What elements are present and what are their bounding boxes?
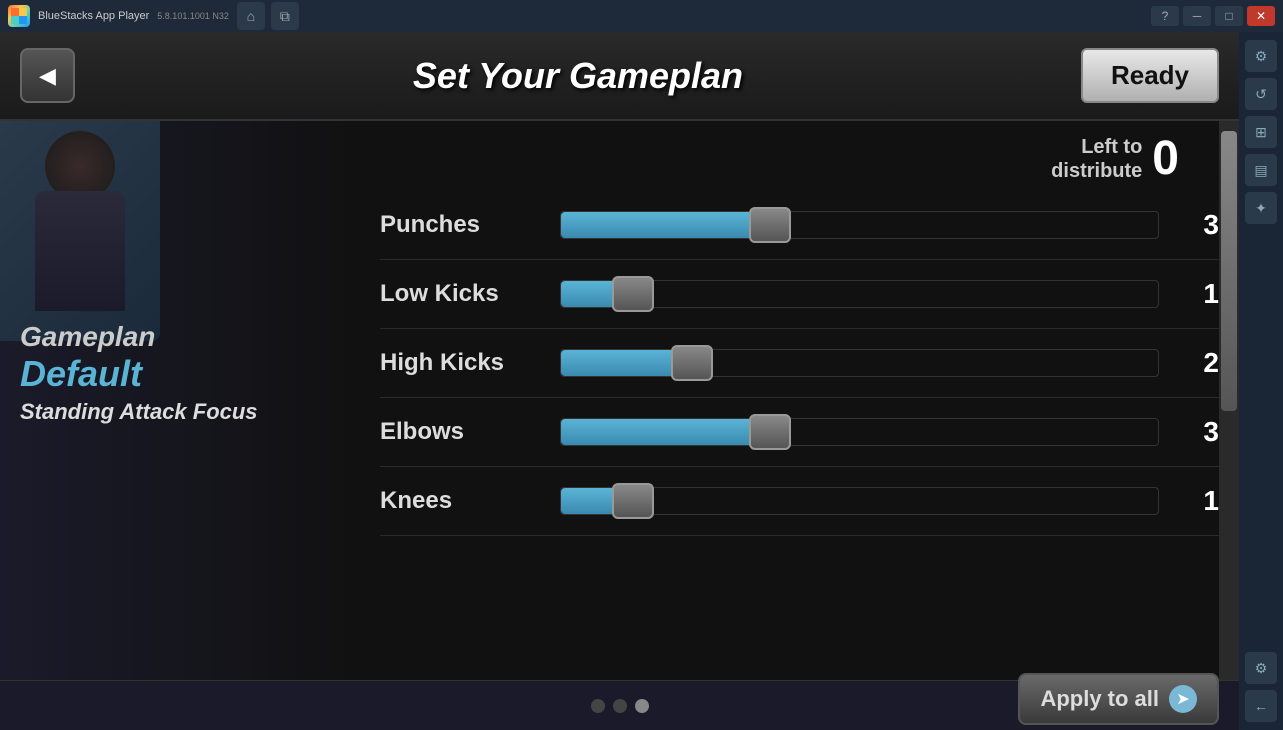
game-content: Gameplan Default Standing Attack Focus L… <box>0 121 1239 680</box>
slider-label-1: Low Kicks <box>380 280 540 308</box>
close-button[interactable]: ✕ <box>1247 6 1275 26</box>
right-sidebar: ⚙ ↺ ⊞ ▤ ✦ ⚙ ← <box>1239 32 1283 730</box>
scroll-thumb[interactable] <box>1221 131 1237 411</box>
slider-thumb-3[interactable] <box>749 414 791 450</box>
slider-row-punches: Punches 3 <box>380 191 1219 260</box>
gameplan-value: Default <box>20 353 258 395</box>
slider-label-0: Punches <box>380 211 540 239</box>
slider-label-3: Elbows <box>380 418 540 446</box>
bottom-bar: Apply to all ➤ <box>0 680 1239 730</box>
title-nav-icons: ⌂ ⧉ <box>237 2 299 30</box>
attack-focus: Standing Attack Focus <box>20 399 258 425</box>
back-button[interactable]: ◀ <box>20 48 75 103</box>
dot-3[interactable] <box>635 699 649 713</box>
maximize-button[interactable]: □ <box>1215 6 1243 26</box>
slider-value-3: 3 <box>1179 416 1219 448</box>
character-body <box>35 191 125 311</box>
title-bar: BlueStacks App Player 5.8.101.1001 N32 ⌂… <box>0 0 1283 32</box>
layers-icon[interactable]: ⧉ <box>271 2 299 30</box>
slider-track-1[interactable] <box>560 280 1159 308</box>
app-name: BlueStacks App Player <box>38 10 149 22</box>
slider-fill-0 <box>561 212 770 238</box>
apply-all-icon: ➤ <box>1169 685 1197 713</box>
slider-value-4: 1 <box>1179 485 1219 517</box>
sidebar-icon-3[interactable]: ⊞ <box>1245 116 1277 148</box>
minimize-button[interactable]: ─ <box>1183 6 1211 26</box>
slider-row-low-kicks: Low Kicks 1 <box>380 260 1219 329</box>
main-layout: ◀ Set Your Gameplan Ready Gameplan Defau… <box>0 32 1283 730</box>
slider-row-elbows: Elbows 3 <box>380 398 1219 467</box>
slider-value-1: 1 <box>1179 278 1219 310</box>
slider-row-knees: Knees 1 <box>380 467 1219 536</box>
slider-track-container-2[interactable] <box>560 343 1159 383</box>
distribute-info: Left todistribute 0 <box>1051 131 1179 186</box>
sidebar-icon-2[interactable]: ↺ <box>1245 78 1277 110</box>
slider-label-2: High Kicks <box>380 349 540 377</box>
slider-track-container-0[interactable] <box>560 205 1159 245</box>
gameplan-info: Gameplan Default Standing Attack Focus <box>20 321 258 425</box>
sidebar-icon-5[interactable]: ✦ <box>1245 192 1277 224</box>
slider-thumb-2[interactable] <box>671 345 713 381</box>
slider-track-container-1[interactable] <box>560 274 1159 314</box>
home-icon[interactable]: ⌂ <box>237 2 265 30</box>
slider-track-2[interactable] <box>560 349 1159 377</box>
game-header: ◀ Set Your Gameplan Ready <box>0 32 1239 121</box>
sidebar-icon-4[interactable]: ▤ <box>1245 154 1277 186</box>
slider-thumb-0[interactable] <box>749 207 791 243</box>
help-button[interactable]: ? <box>1151 6 1179 26</box>
scrollbar[interactable] <box>1219 121 1239 680</box>
slider-track-3[interactable] <box>560 418 1159 446</box>
dot-2[interactable] <box>613 699 627 713</box>
slider-track-0[interactable] <box>560 211 1159 239</box>
slider-thumb-1[interactable] <box>612 276 654 312</box>
dot-1[interactable] <box>591 699 605 713</box>
sidebar-icon-1[interactable]: ⚙ <box>1245 40 1277 72</box>
apply-all-label: Apply to all <box>1040 686 1159 712</box>
slider-row-high-kicks: High Kicks 2 <box>380 329 1219 398</box>
gameplan-label: Gameplan <box>20 321 258 353</box>
slider-track-container-3[interactable] <box>560 412 1159 452</box>
distribute-label: Left todistribute <box>1051 135 1142 183</box>
sidebar-icon-settings[interactable]: ⚙ <box>1245 652 1277 684</box>
slider-track-4[interactable] <box>560 487 1159 515</box>
sidebar-icon-back[interactable]: ← <box>1245 690 1277 722</box>
app-logo <box>8 5 30 27</box>
slider-value-0: 3 <box>1179 209 1219 241</box>
slider-track-container-4[interactable] <box>560 481 1159 521</box>
slider-value-2: 2 <box>1179 347 1219 379</box>
window-controls: ? ─ □ ✕ <box>1151 6 1275 26</box>
slider-label-4: Knees <box>380 487 540 515</box>
game-area: ◀ Set Your Gameplan Ready Gameplan Defau… <box>0 32 1239 730</box>
back-icon: ◀ <box>39 63 56 89</box>
distribute-value: 0 <box>1152 131 1179 186</box>
apply-all-button[interactable]: Apply to all ➤ <box>1018 673 1219 725</box>
character-image <box>0 121 160 341</box>
page-title: Set Your Gameplan <box>75 55 1081 97</box>
sliders-container: Punches 3 Low Kicks 1 High Kicks 2 Elbows 3 Knee… <box>380 191 1219 536</box>
ready-button[interactable]: Ready <box>1081 48 1219 103</box>
slider-thumb-4[interactable] <box>612 483 654 519</box>
stats-panel: Left todistribute 0 Punches 3 Low Kicks 1 Hi… <box>360 121 1239 680</box>
app-version: 5.8.101.1001 N32 <box>157 11 229 21</box>
character-panel: Gameplan Default Standing Attack Focus <box>0 121 360 680</box>
slider-fill-3 <box>561 419 770 445</box>
